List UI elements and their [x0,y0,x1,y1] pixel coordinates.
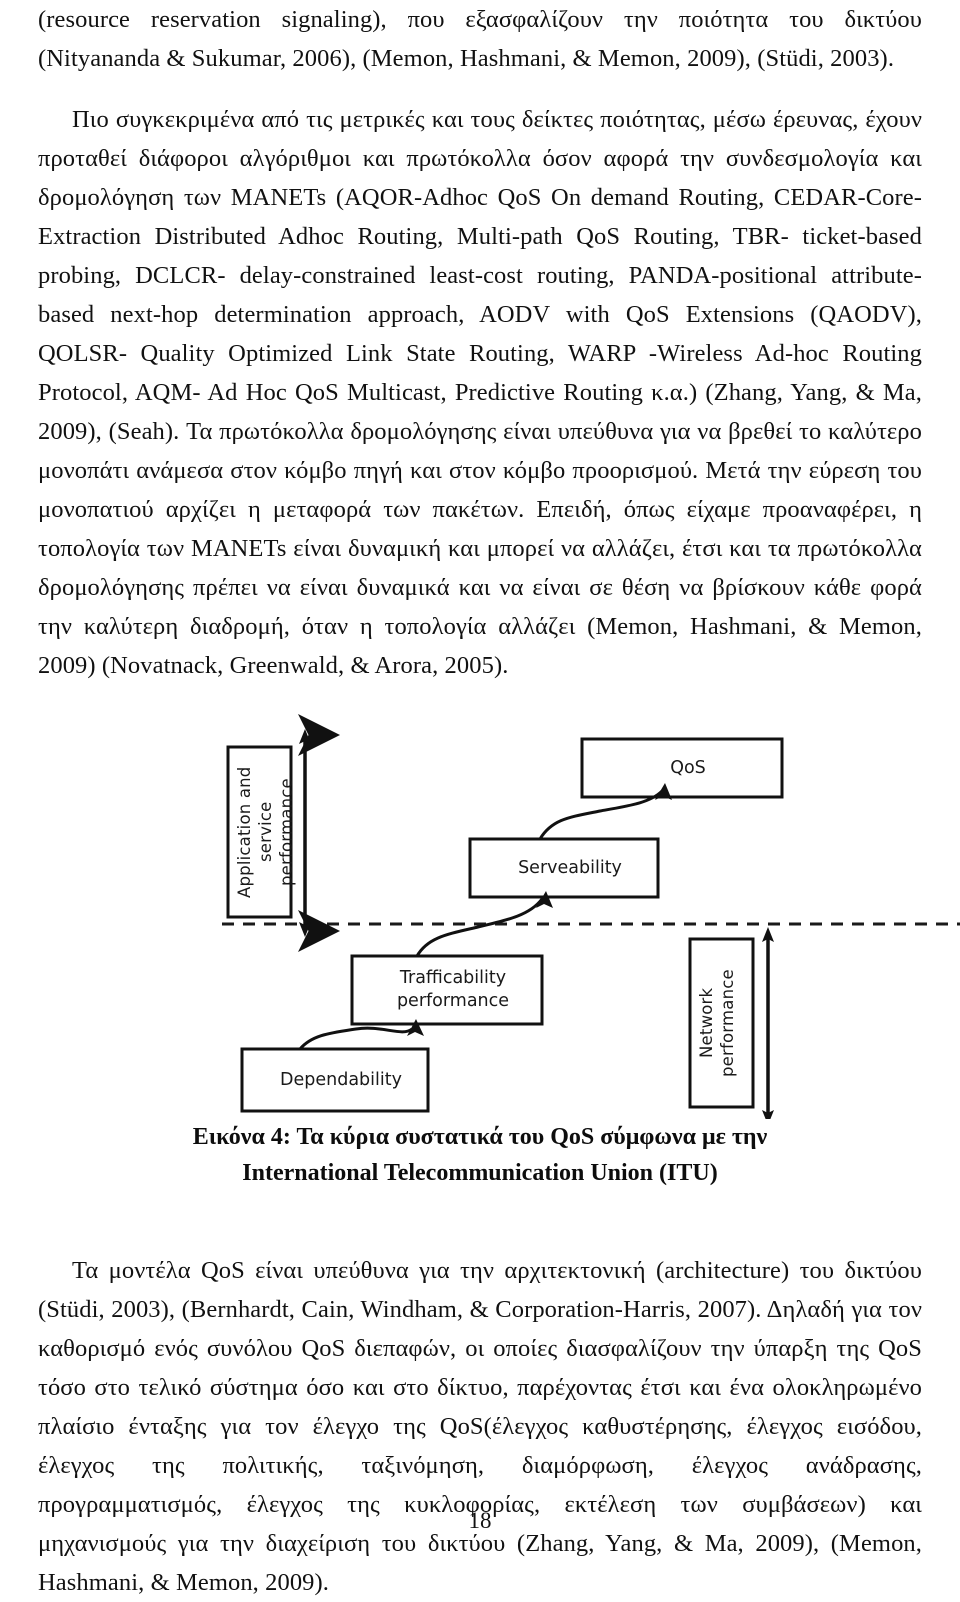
caption-spacer-2 [38,1221,922,1251]
network-scope-label: Network performance [697,969,737,1077]
connector-trafficability-to-serveability [415,898,544,957]
figure-4: Application and service performance Netw… [38,699,960,1119]
trafficability-label: Trafficability performance [396,968,510,1011]
paragraph-spacer-1 [38,78,922,100]
paragraph-2: Πιο συγκεκριμένα από τις μετρικές και το… [38,106,922,679]
document-page: (resource reservation signaling), που εξ… [0,0,960,1596]
page-number: 18 [468,1508,492,1533]
serveability-label: Serveability [518,857,622,878]
application-scope-label: Application and service performance [235,766,296,898]
qos-components-diagram [222,714,960,1119]
paragraph-3: Τα μοντέλα QoS είναι υπεύθυνα για την αρ… [38,1257,922,1596]
qos-label: QoS [670,757,706,778]
paragraph-1: (resource reservation signaling), που εξ… [38,6,922,72]
dependability-label: Dependability [280,1069,402,1090]
figure-caption-line-2: Telecommunication Union (ITU) [383,1160,718,1186]
connector-dependability-to-trafficability [298,1026,413,1051]
figure-caption: Εικόνα 4: Τα κύρια συστατικά του QoS σύμ… [130,1119,830,1191]
